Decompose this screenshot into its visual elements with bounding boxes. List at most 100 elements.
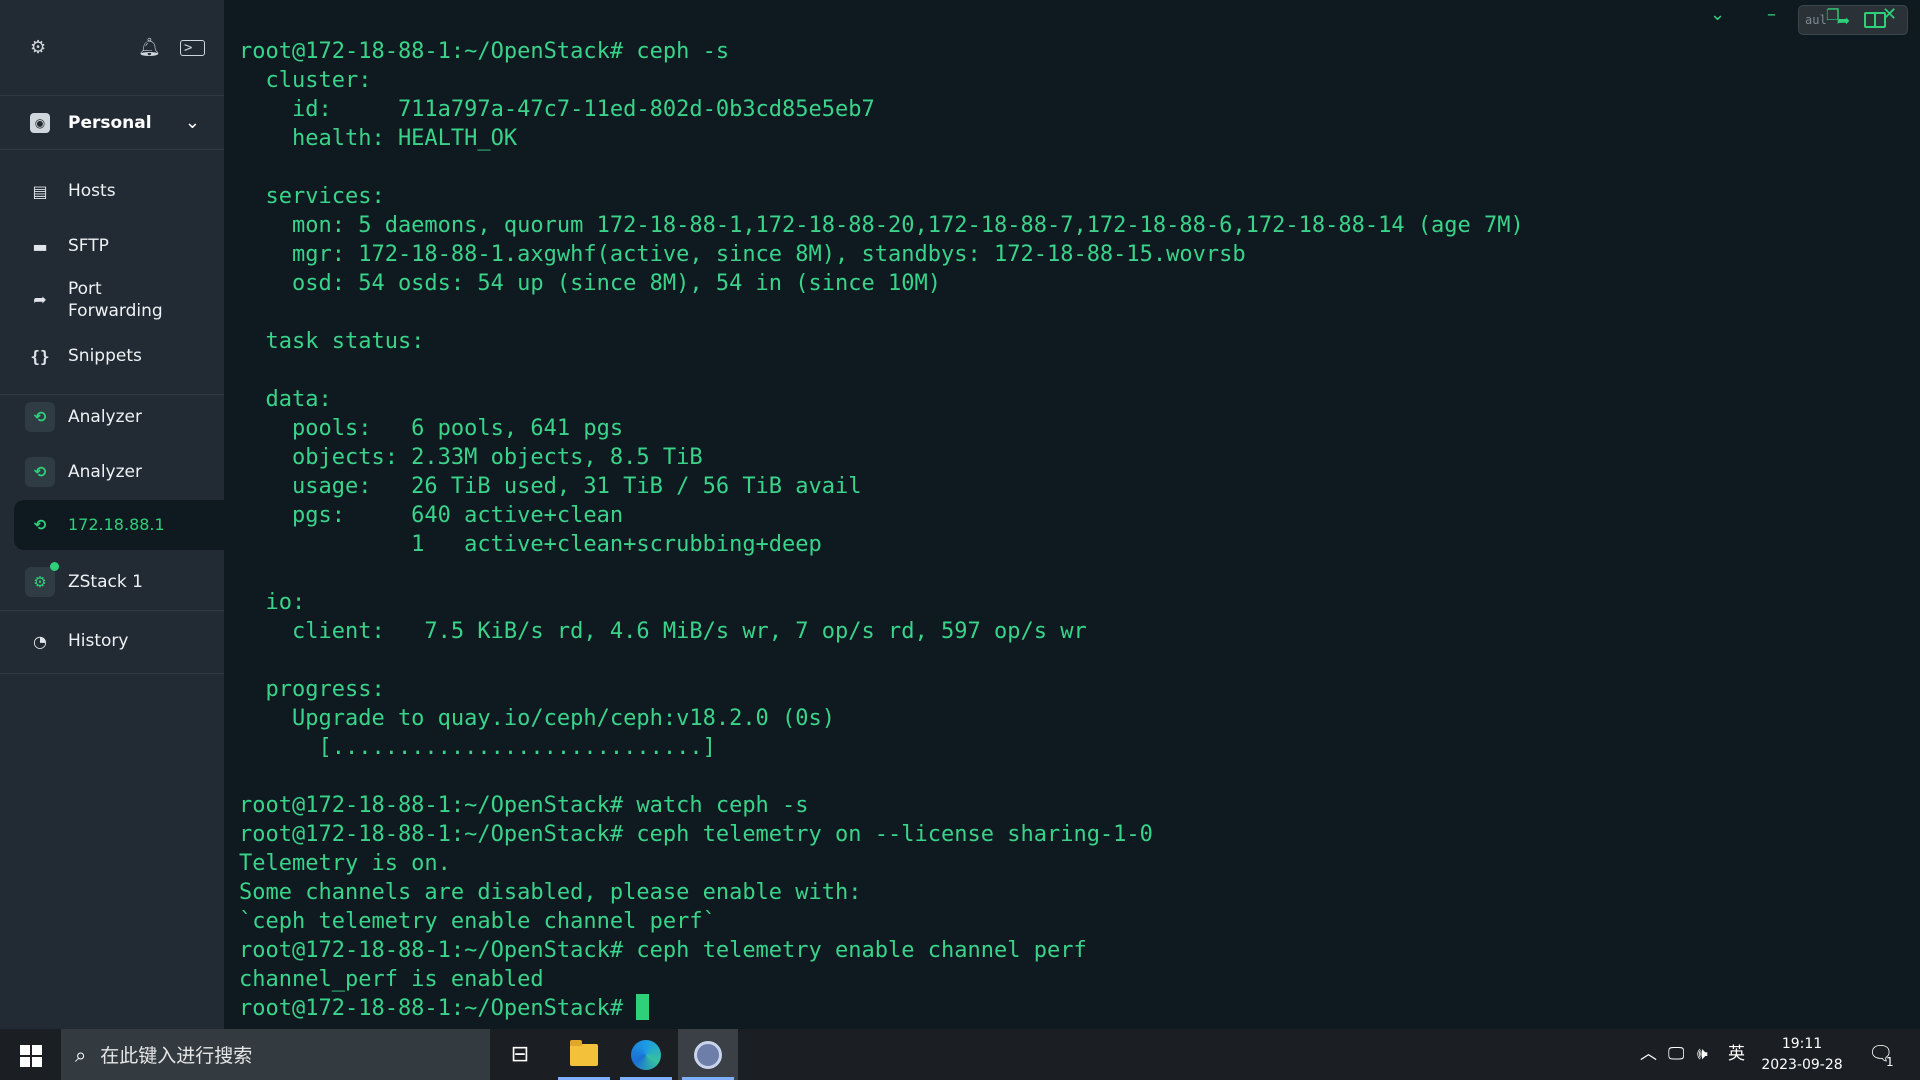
sidebar-tab-analyzer[interactable]: ⟲ Analyzer: [0, 401, 224, 433]
sidebar-tab-label: 172.18.88.1: [68, 515, 165, 534]
clock-date: 2023-09-28: [1761, 1057, 1843, 1073]
terminal-line: [............................]: [239, 735, 716, 760]
tray-chevron-up-icon[interactable]: ︿: [1640, 1043, 1657, 1065]
terminal-prompt: root@172-18-88-1:~/OpenStack#: [239, 996, 637, 1021]
terminal-session-icon: ⟲: [25, 457, 55, 487]
terminal-pane[interactable]: root@172-18-88-1:~/OpenStack# ceph -s cl…: [224, 0, 1920, 1029]
folder-icon: ▬: [32, 236, 48, 256]
notification-bell-icon[interactable]: 🔔︎: [138, 38, 161, 57]
sidebar-item-label: Snippets: [68, 346, 142, 366]
sidebar-item-history[interactable]: ◔ History: [0, 628, 224, 654]
terminal-cursor: [636, 994, 650, 1020]
minimize-icon[interactable]: –: [1767, 4, 1776, 26]
network-icon[interactable]: 🖵︎: [1668, 1043, 1684, 1065]
terminal-line: `ceph telemetry enable channel perf`: [239, 909, 716, 934]
terminal-session-icon: ⟲: [33, 516, 47, 534]
taskbar-search-box[interactable]: ⌕ 在此键入进行搜索: [61, 1029, 490, 1080]
terminal-session-icon: ⟲: [25, 402, 55, 432]
terminal-line: objects: 2.33M objects, 8.5 TiB: [239, 445, 703, 470]
chevron-down-icon: ⌄: [184, 112, 200, 133]
sidebar-top-bar: ⚙ 🔔︎ >_: [0, 0, 224, 96]
taskbar-clock[interactable]: 19:11 2023-09-28: [1760, 1034, 1844, 1076]
terminal-prompt-line: root@172-18-88-1:~/OpenStack#: [239, 994, 1524, 1023]
sidebar-item-label: History: [68, 631, 129, 651]
terminal-line: pgs: 640 active+clean: [239, 503, 624, 528]
terminal-line: health: HEALTH_OK: [239, 126, 518, 151]
chevron-down-icon[interactable]: ⌄: [1710, 4, 1725, 26]
notification-count: 1: [1886, 1055, 1894, 1069]
terminal-icon[interactable]: >_: [180, 39, 205, 56]
sidebar-divider: [0, 610, 224, 611]
vault-icon: ◉: [30, 112, 50, 133]
terminal-line: progress:: [239, 677, 385, 702]
volume-icon[interactable]: 🕪︎: [1697, 1043, 1708, 1065]
sidebar-item-label: SFTP: [68, 236, 109, 256]
sidebar-item-hosts[interactable]: ▤ Hosts: [0, 178, 224, 204]
sidebar-tab-analyzer-2[interactable]: ⟲ Analyzer: [0, 456, 224, 488]
termius-app-icon: [694, 1040, 722, 1069]
sidebar-tab-172-18-88-1[interactable]: ⟲ 172.18.88.1: [0, 509, 224, 541]
terminal-toolbar-text: aul: [1805, 13, 1827, 27]
sidebar-tab-label: Analyzer: [68, 462, 142, 482]
windows-taskbar: ⌕ 在此键入进行搜索 ⊟ ︿ 🖵︎ 🕪︎ 英 19:11 2023-09-28 …: [0, 1029, 1920, 1080]
sidebar: ⚙ 🔔︎ >_ ◉ Personal ⌄ ▤ Hosts ▬ SFTP ➦ Po…: [0, 0, 224, 1029]
sidebar-item-label: Hosts: [68, 181, 116, 201]
terminal-line: client: 7.5 KiB/s rd, 4.6 MiB/s wr, 7 op…: [239, 619, 1087, 644]
terminal-line: id: 711a797a-47c7-11ed-802d-0b3cd85e5eb7: [239, 97, 875, 122]
terminal-line: mgr: 172-18-88-1.axgwhf(active, since 8M…: [239, 242, 1246, 267]
task-view-icon: ⊟: [510, 1042, 530, 1067]
file-explorer-app[interactable]: [554, 1029, 614, 1080]
restore-icon[interactable]: ❐: [1826, 4, 1839, 26]
terminal-line: root@172-18-88-1:~/OpenStack# ceph -s: [239, 39, 730, 64]
terminal-line: io:: [239, 590, 306, 615]
terminal-line: Upgrade to quay.io/ceph/ceph:v18.2.0 (0s…: [239, 706, 836, 731]
search-placeholder: 在此键入进行搜索: [100, 1045, 253, 1067]
sidebar-item-label: Port Forwarding: [68, 279, 163, 321]
windows-start-icon[interactable]: [20, 1045, 42, 1067]
edge-browser-app[interactable]: [616, 1029, 676, 1080]
sidebar-item-port-forwarding[interactable]: ➦ Port Forwarding: [0, 278, 224, 322]
sidebar-item-sftp[interactable]: ▬ SFTP: [0, 233, 224, 259]
terminal-output: root@172-18-88-1:~/OpenStack# ceph -s cl…: [239, 37, 1524, 1023]
termius-app[interactable]: [678, 1029, 738, 1080]
terminal-line: osd: 54 osds: 54 up (since 8M), 54 in (s…: [239, 271, 941, 296]
history-clock-icon: ◔: [33, 631, 47, 651]
clock-time: 19:11: [1781, 1036, 1823, 1052]
terminal-line: cluster:: [239, 68, 372, 93]
zstack-icon: ⚙: [25, 567, 55, 597]
close-icon[interactable]: ✕: [1882, 4, 1897, 26]
terminal-line: root@172-18-88-1:~/OpenStack# ceph telem…: [239, 938, 1087, 963]
vault-selector[interactable]: ◉ Personal ⌄: [0, 96, 224, 150]
terminal-line: services:: [239, 184, 385, 209]
terminal-line: mon: 5 daemons, quorum 172-18-88-1,172-1…: [239, 213, 1524, 238]
terminal-line: channel_perf is enabled: [239, 967, 544, 992]
hosts-icon: ▤: [32, 181, 48, 201]
connected-status-dot: [50, 562, 59, 571]
terminal-line: root@172-18-88-1:~/OpenStack# watch ceph…: [239, 793, 809, 818]
terminal-line: Telemetry is on.: [239, 851, 451, 876]
task-view-button[interactable]: ⊟: [490, 1029, 550, 1080]
vault-label: Personal: [68, 112, 152, 133]
sidebar-tab-zstack-1[interactable]: ⚙ ZStack 1: [0, 562, 224, 598]
sidebar-tab-label: ZStack 1: [68, 572, 143, 592]
settings-gear-icon[interactable]: ⚙: [30, 38, 46, 57]
port-forwarding-icon: ➦: [33, 290, 47, 309]
sidebar-item-snippets[interactable]: {} Snippets: [0, 343, 224, 369]
sidebar-divider: [0, 394, 224, 395]
sidebar-divider: [0, 673, 224, 674]
snippets-icon: {}: [30, 346, 50, 366]
terminal-line: usage: 26 TiB used, 31 TiB / 56 TiB avai…: [239, 474, 862, 499]
terminal-line: data:: [239, 387, 332, 412]
terminal-line: 1 active+clean+scrubbing+deep: [239, 532, 822, 557]
terminal-line: root@172-18-88-1:~/OpenStack# ceph telem…: [239, 822, 1153, 847]
edge-browser-icon: [631, 1039, 661, 1070]
terminal-line: task status:: [239, 329, 425, 354]
ime-indicator[interactable]: 英: [1728, 1043, 1745, 1065]
terminal-line: pools: 6 pools, 641 pgs: [239, 416, 624, 441]
